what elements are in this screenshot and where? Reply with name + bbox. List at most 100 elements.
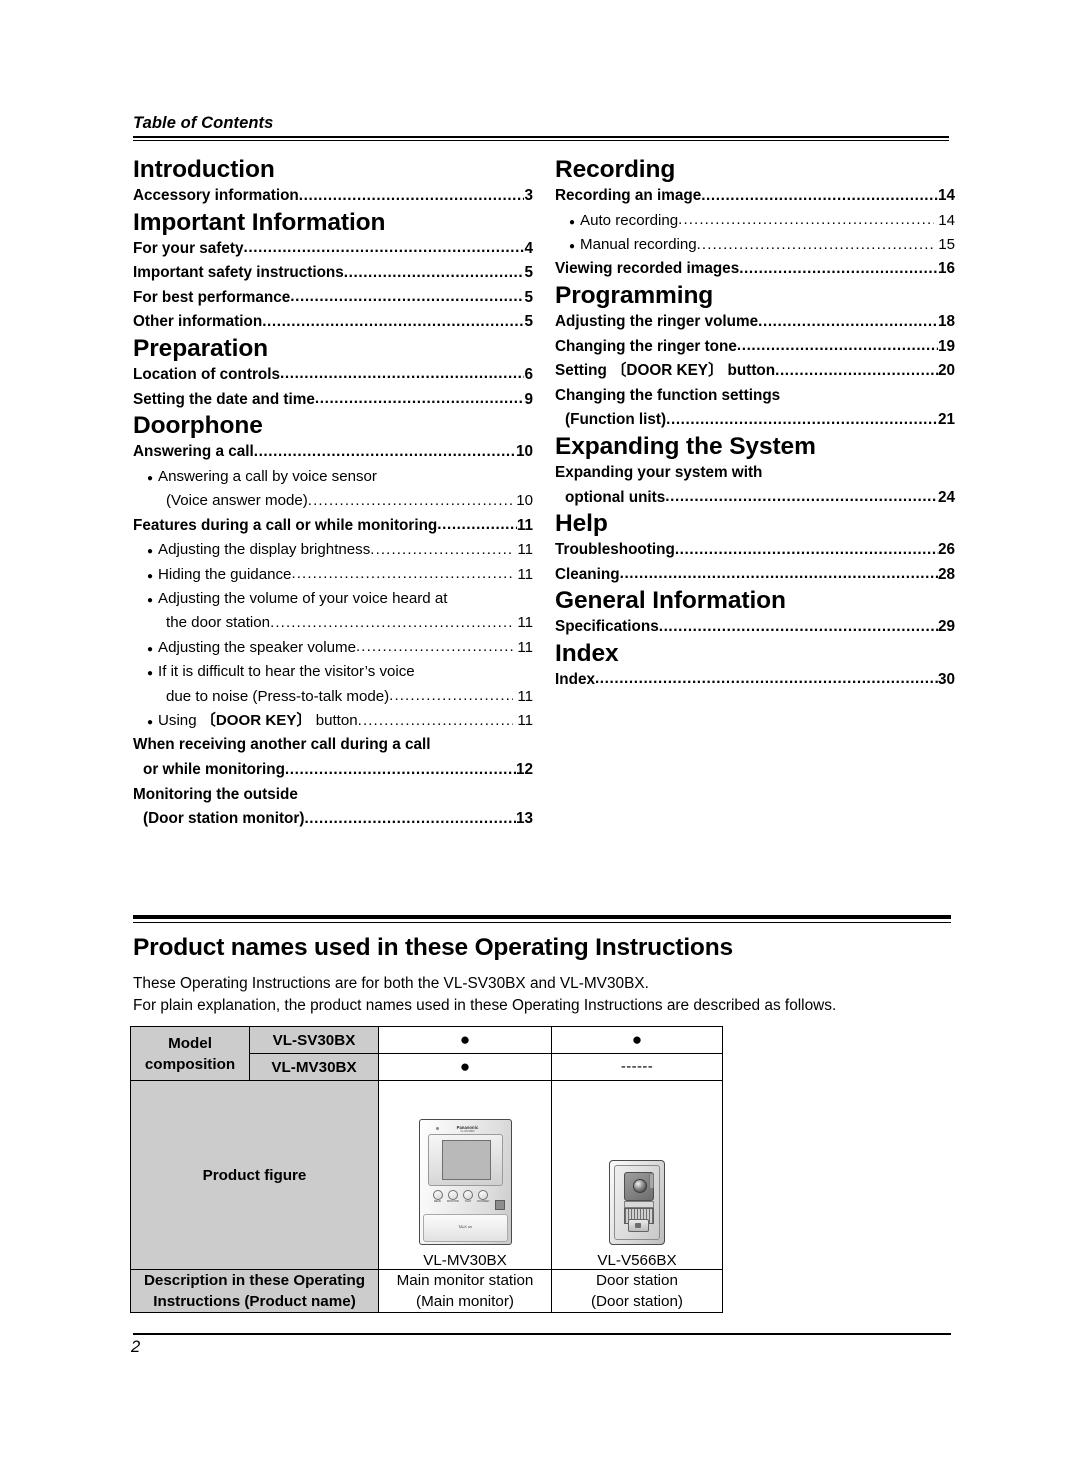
toc-leader-dots — [675, 538, 938, 563]
figure-caption-door: VL-V566BX — [597, 1252, 677, 1269]
toc-entry-label: Using 〔DOOR KEY〕 button — [158, 712, 358, 729]
toc-entry-label: due to noise (Press-to-talk mode) — [166, 687, 390, 705]
description-label-line1: Description in these Operating — [143, 1272, 366, 1289]
camera-lens-icon — [633, 1179, 647, 1193]
toc-leader-dots — [356, 635, 513, 659]
toc-entry-key-label: 〔DOOR KEY〕 — [611, 362, 724, 380]
door-figure-wrap: VL-V566BX — [552, 1081, 722, 1269]
bullet-icon — [147, 543, 158, 557]
model-name-sv30bx: VL-SV30BX — [249, 1026, 379, 1054]
toc-entry-label: optional units — [565, 488, 666, 506]
toc-entry-first-line[interactable]: Monitoring the outside — [133, 783, 533, 808]
monitor-led-icon — [435, 1127, 439, 1130]
header-divider — [133, 136, 949, 141]
footer-divider — [133, 1333, 951, 1335]
description-main-monitor: Main monitor station (Main monitor) — [378, 1269, 552, 1313]
toc-entry[interactable]: Adjusting the ringer volume 18 — [555, 310, 955, 335]
toc-entry-page: 26 — [937, 541, 955, 559]
toc-entry-page: 11 — [516, 516, 533, 534]
table-row: Product figure Panasonic VL-MV30BX MENU … — [130, 1080, 723, 1270]
toc-leader-dots — [285, 758, 516, 783]
toc-entry[interactable]: For best performance 5 — [133, 286, 533, 311]
toc-entry-label: or while monitoring — [143, 761, 285, 778]
model-composition-label: Model composition — [130, 1026, 250, 1081]
toc-entry-page: 13 — [515, 810, 533, 828]
product-composition-table: Model composition VL-SV30BX ● ● VL-MV30B… — [130, 1026, 723, 1313]
toc-section-title: Programming — [555, 282, 714, 309]
toc-entry-page: 28 — [937, 565, 955, 583]
door-station-led-strip — [649, 1173, 654, 1189]
toc-entry[interactable]: Specifications 29 — [555, 615, 955, 640]
product-names-intro: These Operating Instructions are for bot… — [133, 973, 951, 1018]
toc-entry[interactable]: or while monitoring 12 — [133, 758, 533, 783]
description-main-monitor-line1: Main monitor station — [396, 1272, 534, 1289]
toc-entry[interactable]: Changing the ringer tone 19 — [555, 335, 955, 360]
toc-entry-page: 9 — [524, 390, 533, 408]
toc-entry-first-line[interactable]: Changing the function settings — [555, 384, 955, 409]
toc-entry-page: 30 — [937, 670, 955, 688]
toc-section-title: Recording — [555, 156, 676, 183]
toc-entry[interactable]: Troubleshooting 26 — [555, 538, 955, 563]
door-station-faceplate — [614, 1165, 660, 1240]
toc-section-title: Introduction — [133, 156, 275, 183]
toc-entry[interactable]: Setting the date and time 9 — [133, 388, 533, 413]
description-label-line2: Instructions (Product name) — [153, 1293, 356, 1310]
monitor-button-menu-icon: MENU — [432, 1190, 443, 1203]
toc-entry-page: 20 — [937, 362, 955, 380]
toc-section-title: Help — [555, 510, 608, 538]
toc-entry-label: Accessory information — [133, 187, 299, 204]
toc-entry-first-line[interactable]: Expanding your system with — [555, 461, 955, 486]
toc-entry-page: 19 — [937, 337, 955, 355]
toc-entry[interactable]: (Function list) 21 — [555, 408, 955, 433]
toc-entry[interactable]: Hiding the guidance 11 — [133, 563, 533, 587]
toc-entry[interactable]: Answering a call 10 — [133, 440, 533, 465]
toc-entry[interactable]: the door station 11 — [133, 611, 533, 635]
toc-entry-page: 11 — [517, 541, 533, 559]
toc-entry[interactable]: Manual recording 15 — [555, 233, 955, 257]
toc-entry[interactable]: Accessory information 3 — [133, 184, 533, 209]
toc-entry-first-line[interactable]: If it is difficult to hear the visitor’s… — [133, 660, 533, 684]
toc-leader-dots — [758, 310, 938, 335]
toc-leader-dots — [437, 513, 517, 538]
toc-entry[interactable]: Adjusting the display brightness 11 — [133, 538, 533, 562]
toc-entry[interactable]: For your safety 4 — [133, 237, 533, 262]
toc-entry-page: 29 — [937, 618, 955, 636]
running-header-title: Table of Contents — [133, 114, 274, 132]
toc-entry[interactable]: Viewing recorded images 16 — [555, 257, 955, 282]
toc-entry[interactable]: Cleaning 28 — [555, 563, 955, 588]
toc-entry[interactable]: Recording an image 14 — [555, 184, 955, 209]
toc-entry[interactable]: (Voice answer mode) 10 — [133, 489, 533, 513]
monitor-brand-model: VL-MV30BX — [460, 1130, 475, 1133]
toc-entry[interactable]: Location of controls 6 — [133, 363, 533, 388]
toc-entry-page: 15 — [938, 236, 955, 253]
toc-entry-label: Specifications — [555, 618, 659, 636]
toc-entry-page: 21 — [937, 411, 955, 429]
toc-entry[interactable]: Auto recording 14 — [555, 209, 955, 233]
toc-entry[interactable]: Index 30 — [555, 668, 955, 693]
toc-entry[interactable]: Other information 5 — [133, 310, 533, 335]
toc-entry[interactable]: Features during a call or while monitori… — [133, 514, 533, 539]
toc-entry-label: For best performance — [133, 288, 291, 306]
toc-leader-dots — [280, 362, 524, 387]
toc-leader-dots — [595, 667, 938, 692]
toc-entry[interactable]: due to noise (Press-to-talk mode) 11 — [133, 685, 533, 709]
toc-entry-page: 14 — [937, 187, 955, 204]
toc-entry[interactable]: Setting 〔DOOR KEY〕 button 20 — [555, 359, 955, 384]
bullet-icon — [569, 238, 580, 252]
toc-entry-first-line[interactable]: Adjusting the volume of your voice heard… — [133, 587, 533, 611]
toc-entry-label: (Function list) — [565, 411, 667, 429]
toc-leader-dots — [315, 387, 525, 412]
toc-entry[interactable]: optional units 24 — [555, 486, 955, 511]
toc-entry[interactable]: Adjusting the speaker volume 11 — [133, 636, 533, 660]
toc-entry[interactable]: Important safety instructions 5 — [133, 261, 533, 286]
toc-entry[interactable]: (Door station monitor) 13 — [133, 807, 533, 832]
monitor-brand-mark: Panasonic VL-MV30BX — [446, 1125, 490, 1133]
toc-entry-label: Adjusting the ringer volume — [555, 313, 759, 330]
description-label: Description in these Operating Instructi… — [130, 1269, 379, 1313]
table-row: Model composition VL-SV30BX ● ● — [130, 1026, 723, 1081]
toc-entry[interactable]: Using 〔DOOR KEY〕 button 11 — [133, 709, 533, 733]
toc-entry-first-line[interactable]: Answering a call by voice sensor — [133, 465, 533, 489]
toc-entry-first-line[interactable]: When receiving another call during a cal… — [133, 733, 533, 758]
toc-leader-dots — [270, 611, 513, 635]
bullet-icon — [147, 568, 158, 582]
